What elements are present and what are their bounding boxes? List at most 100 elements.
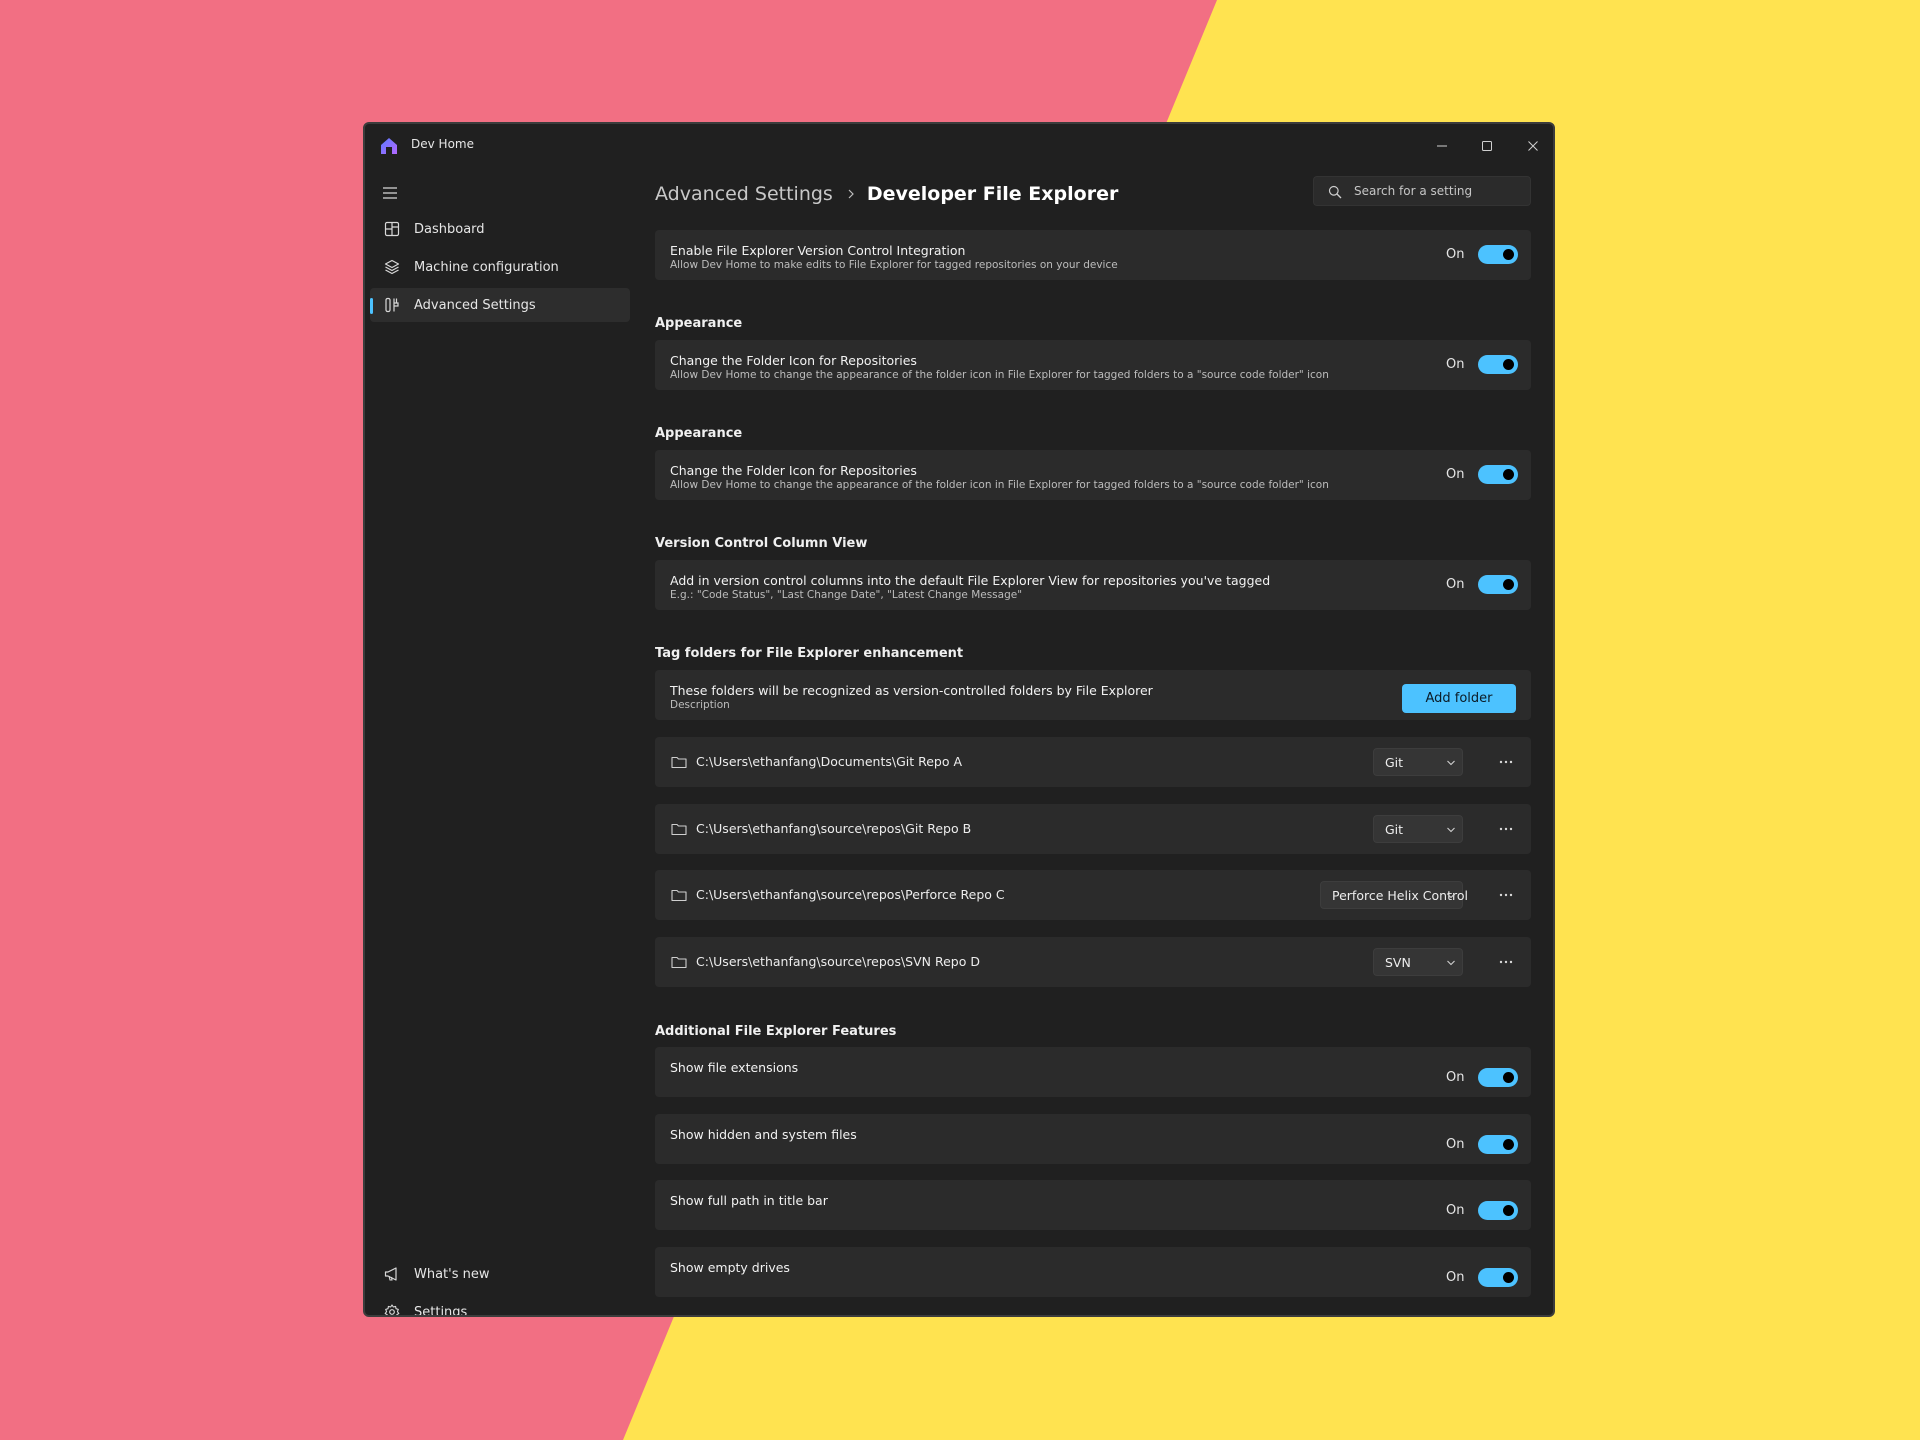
vcs-dropdown-value: Git — [1385, 755, 1404, 770]
setting-card-folder-icon: Change the Folder Icon for Repositories … — [655, 340, 1531, 390]
setting-card-show-file-extensions: Show file extensions On — [655, 1047, 1531, 1097]
folder-icon — [671, 823, 687, 836]
toggle-state-label: On — [1446, 1070, 1465, 1085]
repo-path: C:\Users\ethanfang\Documents\Git Repo A — [696, 754, 963, 769]
vcs-dropdown-value: SVN — [1385, 955, 1411, 970]
chevron-down-icon — [1447, 760, 1455, 766]
dev-home-logo-icon — [381, 138, 397, 154]
vcs-dropdown-value: Git — [1385, 822, 1404, 837]
nav-item-label: Machine configuration — [414, 259, 559, 275]
nav-item-advanced-settings[interactable]: Advanced Settings — [370, 288, 630, 322]
chevron-right-icon — [848, 189, 854, 199]
setting-description: Allow Dev Home to change the appearance … — [670, 479, 1329, 491]
setting-card-column-view: Add in version control columns into the … — [655, 560, 1531, 610]
folder-icon-toggle[interactable] — [1478, 355, 1518, 374]
breadcrumb-parent-link[interactable]: Advanced Settings — [655, 183, 833, 205]
setting-title: Enable File Explorer Version Control Int… — [670, 243, 966, 258]
setting-title: Change the Folder Icon for Repositories — [670, 463, 917, 478]
section-header-appearance: Appearance — [655, 316, 743, 331]
section-header-additional-features: Additional File Explorer Features — [655, 1024, 897, 1039]
nav-item-whats-new[interactable]: What's new — [370, 1257, 630, 1291]
show-full-path-toggle[interactable] — [1478, 1201, 1518, 1220]
folder-icon — [671, 756, 687, 769]
toggle-state-label: On — [1446, 357, 1465, 372]
setting-card-show-hidden-files: Show hidden and system files On — [655, 1114, 1531, 1164]
more-options-button[interactable] — [1492, 881, 1520, 909]
repo-path: C:\Users\ethanfang\source\repos\SVN Repo… — [696, 954, 980, 969]
nav-item-label: Settings — [414, 1304, 468, 1317]
layers-icon — [384, 259, 400, 275]
setting-card-show-empty-drives: Show empty drives On — [655, 1247, 1531, 1297]
repo-path: C:\Users\ethanfang\source\repos\Git Repo… — [696, 821, 972, 836]
advanced-settings-icon — [385, 297, 399, 313]
setting-description: E.g.: "Code Status", "Last Change Date",… — [670, 589, 1023, 601]
setting-card-show-full-path: Show full path in title bar On — [655, 1180, 1531, 1230]
repo-row: C:\Users\ethanfang\Documents\Git Repo A … — [655, 737, 1531, 787]
show-empty-drives-toggle[interactable] — [1478, 1268, 1518, 1287]
chevron-down-icon — [1447, 827, 1455, 833]
nav-item-label: Dashboard — [414, 221, 485, 237]
close-button[interactable] — [1515, 131, 1551, 161]
app-title: Dev Home — [411, 137, 474, 151]
toggle-state-label: On — [1446, 247, 1465, 262]
toggle-state-label: On — [1446, 467, 1465, 482]
hamburger-menu-button[interactable] — [375, 180, 405, 206]
vcs-dropdown[interactable]: SVN — [1373, 948, 1463, 976]
setting-title: Show full path in title bar — [670, 1193, 828, 1208]
folder-icon — [671, 889, 687, 902]
setting-card-tag-folders: These folders will be recognized as vers… — [655, 670, 1531, 720]
dashboard-icon — [384, 221, 400, 237]
setting-description: Description — [670, 699, 730, 711]
vcs-dropdown[interactable]: Git — [1373, 815, 1463, 843]
breadcrumb: Advanced Settings Developer File Explore… — [655, 179, 1118, 209]
setting-title: Add in version control columns into the … — [670, 573, 1271, 588]
more-options-icon — [1499, 960, 1513, 964]
setting-title: Show empty drives — [670, 1260, 790, 1275]
section-header-appearance: Appearance — [655, 426, 743, 441]
search-input[interactable] — [1354, 177, 1524, 205]
chevron-down-icon — [1447, 960, 1455, 966]
more-options-icon — [1499, 760, 1513, 764]
folder-icon-toggle[interactable] — [1478, 465, 1518, 484]
section-header-tag-folders: Tag folders for File Explorer enhancemen… — [655, 646, 964, 661]
vcs-dropdown[interactable]: Git — [1373, 748, 1463, 776]
chevron-down-icon — [1447, 893, 1455, 899]
nav-item-settings[interactable]: Settings — [370, 1295, 630, 1317]
maximize-icon — [1482, 141, 1492, 151]
show-file-extensions-toggle[interactable] — [1478, 1068, 1518, 1087]
gear-icon — [384, 1304, 400, 1315]
section-header-column-view: Version Control Column View — [655, 536, 868, 551]
more-options-icon — [1499, 827, 1513, 831]
setting-card-integration: Enable File Explorer Version Control Int… — [655, 230, 1531, 280]
nav-item-machine-configuration[interactable]: Machine configuration — [370, 250, 630, 284]
minimize-button[interactable] — [1424, 131, 1460, 161]
breadcrumb-separator — [847, 189, 855, 199]
folder-icon — [671, 956, 687, 969]
nav-item-label: What's new — [414, 1266, 490, 1282]
add-folder-button[interactable]: Add folder — [1402, 684, 1516, 713]
more-options-button[interactable] — [1492, 948, 1520, 976]
search-icon — [1328, 185, 1342, 199]
page-title: Developer File Explorer — [866, 183, 1119, 205]
maximize-button[interactable] — [1469, 131, 1505, 161]
more-options-button[interactable] — [1492, 815, 1520, 843]
setting-title: Show hidden and system files — [670, 1127, 857, 1142]
setting-card-folder-icon: Change the Folder Icon for Repositories … — [655, 450, 1531, 500]
vcs-dropdown[interactable]: Perforce Helix Control — [1320, 881, 1468, 909]
repo-row: C:\Users\ethanfang\source\repos\SVN Repo… — [655, 937, 1531, 987]
show-hidden-files-toggle[interactable] — [1478, 1135, 1518, 1154]
more-options-icon — [1499, 893, 1513, 897]
repo-path: C:\Users\ethanfang\source\repos\Perforce… — [696, 887, 1005, 902]
setting-description: Allow Dev Home to make edits to File Exp… — [670, 259, 1118, 271]
toggle-state-label: On — [1446, 1137, 1465, 1152]
integration-toggle[interactable] — [1478, 245, 1518, 264]
megaphone-icon — [384, 1267, 397, 1281]
repo-row: C:\Users\ethanfang\source\repos\Git Repo… — [655, 804, 1531, 854]
more-options-button[interactable] — [1492, 748, 1520, 776]
search-box[interactable] — [1313, 176, 1531, 206]
hamburger-icon — [383, 187, 397, 199]
minimize-icon — [1437, 145, 1447, 147]
column-view-toggle[interactable] — [1478, 575, 1518, 594]
dev-home-window: Dev Home Dashboard Machine configuration — [363, 122, 1555, 1317]
nav-item-dashboard[interactable]: Dashboard — [370, 212, 630, 246]
